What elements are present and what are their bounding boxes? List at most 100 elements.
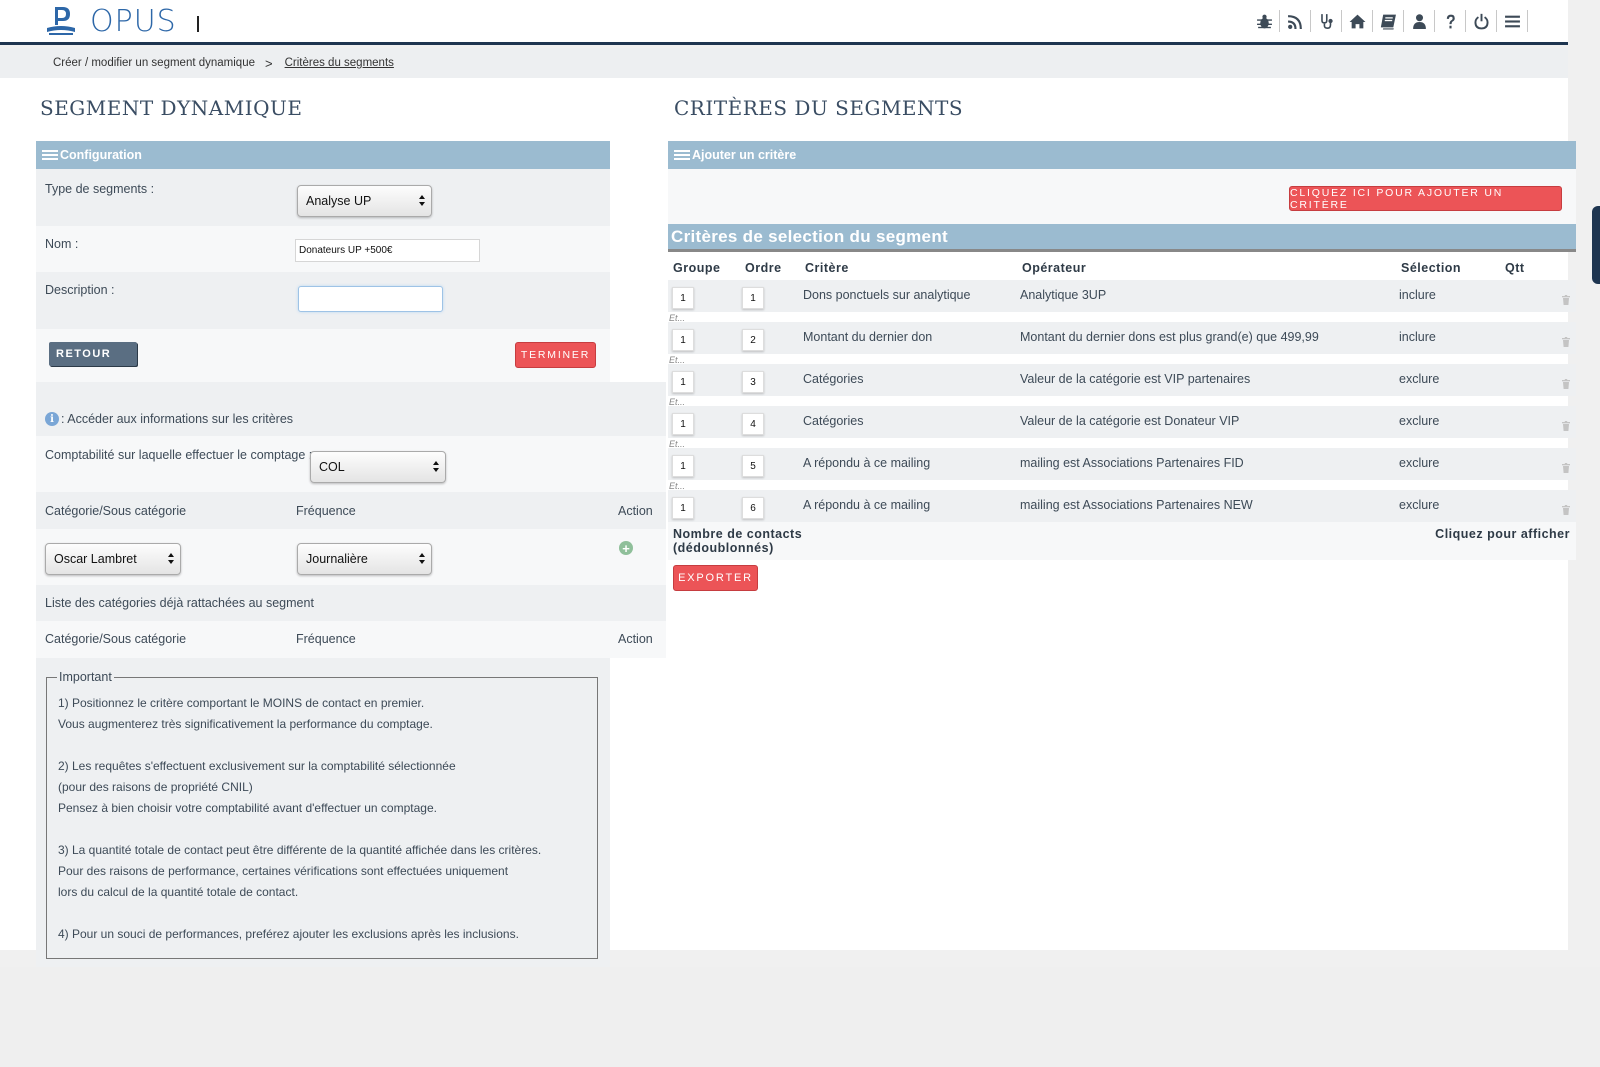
info-text[interactable]: : Accéder aux informations sur les critè… bbox=[61, 412, 293, 426]
breadcrumb: Créer / modifier un segment dynamique > … bbox=[0, 48, 1568, 78]
list-icon bbox=[42, 149, 58, 161]
selection-cell: inclure bbox=[1399, 330, 1436, 344]
power-icon[interactable] bbox=[1466, 10, 1497, 32]
trash-icon[interactable] bbox=[1562, 420, 1570, 431]
info-icon[interactable]: i bbox=[45, 412, 59, 426]
help-icon[interactable] bbox=[1435, 10, 1466, 32]
important-line: Pour des raisons de performance, certain… bbox=[58, 864, 509, 878]
criterion-cell: Dons ponctuels sur analytique bbox=[803, 288, 971, 302]
back-button[interactable]: RETOUR bbox=[49, 342, 137, 366]
accounting-label: Comptabilité sur laquelle effectuer le c… bbox=[45, 448, 313, 462]
accounting-select[interactable]: COL bbox=[310, 451, 446, 483]
attached-frequency-column-label: Fréquence bbox=[296, 632, 356, 646]
selection-cell: exclure bbox=[1399, 498, 1440, 512]
group-input[interactable]: 1 bbox=[672, 455, 694, 477]
column-header-operator: Opérateur bbox=[1022, 261, 1087, 275]
important-line: Pensez à bien choisir votre comptabilité… bbox=[58, 801, 437, 815]
important-line: 4) Pour un souci de performances, prefér… bbox=[58, 927, 519, 941]
criteria-row: 1 2 Montant du dernier don Montant du derni… bbox=[668, 322, 1576, 354]
home-icon[interactable] bbox=[1342, 10, 1373, 32]
page-title-criteria: CRITÈRES DU SEGMENTS bbox=[674, 96, 964, 120]
important-line: 3) La quantité totale de contact peut êt… bbox=[58, 843, 542, 857]
criterion-cell: Montant du dernier don bbox=[803, 330, 933, 344]
operator-cell: mailing est Associations Partenaires FID bbox=[1020, 456, 1244, 470]
group-input[interactable]: 1 bbox=[672, 287, 694, 309]
info-row bbox=[36, 382, 666, 436]
group-input[interactable]: 1 bbox=[672, 413, 694, 435]
frequency-select[interactable]: Journalière bbox=[297, 543, 432, 575]
breadcrumb-separator: > bbox=[265, 55, 273, 71]
user-icon[interactable] bbox=[1404, 10, 1435, 32]
order-input[interactable]: 6 bbox=[742, 497, 764, 519]
trash-icon[interactable] bbox=[1562, 336, 1570, 347]
trash-icon[interactable] bbox=[1562, 504, 1570, 515]
operator-cell: Valeur de la catégorie est Donateur VIP bbox=[1020, 414, 1240, 428]
app-logo[interactable]: OPUS bbox=[44, 4, 199, 39]
description-label: Description : bbox=[45, 283, 115, 297]
add-criterion-header: Ajouter un critère bbox=[668, 141, 1576, 169]
rss-icon[interactable] bbox=[1280, 10, 1311, 32]
trash-icon[interactable] bbox=[1562, 378, 1570, 389]
group-input[interactable]: 1 bbox=[672, 371, 694, 393]
important-line: lors du calcul de la quantité totale de … bbox=[58, 885, 299, 899]
order-input[interactable]: 2 bbox=[742, 329, 764, 351]
column-header-order: Ordre bbox=[745, 261, 782, 275]
configuration-title: Configuration bbox=[60, 148, 142, 162]
important-box: Important 1) Positionnez le critère comp… bbox=[46, 670, 598, 959]
selection-cell: exclure bbox=[1399, 372, 1440, 386]
column-header-qtt: Qtt bbox=[1505, 261, 1525, 275]
accounting-select-value: COL bbox=[319, 460, 345, 474]
frequency-select-value: Journalière bbox=[306, 552, 368, 566]
breadcrumb-item-criteria[interactable]: Critères du segments bbox=[285, 57, 394, 69]
attached-action-column-label: Action bbox=[618, 632, 653, 646]
menu-icon[interactable] bbox=[1497, 10, 1528, 32]
logo-separator bbox=[196, 16, 199, 32]
group-input[interactable]: 1 bbox=[672, 329, 694, 351]
group-input[interactable]: 1 bbox=[672, 497, 694, 519]
order-input[interactable]: 3 bbox=[742, 371, 764, 393]
show-count-link[interactable]: Cliquez pour afficher bbox=[1435, 527, 1570, 541]
page-title-segment: SEGMENT DYNAMIQUE bbox=[40, 96, 303, 120]
criteria-row: 1 1 Dons ponctuels sur analytique Analytiqu… bbox=[668, 280, 1576, 312]
type-label: Type de segments : bbox=[45, 182, 155, 196]
selection-cell: exclure bbox=[1399, 414, 1440, 428]
side-tab-handle[interactable] bbox=[1592, 206, 1600, 284]
description-textarea[interactable] bbox=[298, 286, 443, 312]
add-category-icon[interactable]: + bbox=[619, 541, 633, 555]
stethoscope-icon[interactable] bbox=[1311, 10, 1342, 32]
important-legend: Important bbox=[57, 670, 114, 684]
add-criterion-button[interactable]: CLIQUEZ ICI POUR AJOUTER UN CRITÈRE bbox=[1289, 186, 1562, 211]
export-button[interactable]: EXPORTER bbox=[673, 565, 758, 591]
order-input[interactable]: 5 bbox=[742, 455, 764, 477]
list-icon bbox=[674, 149, 690, 161]
important-line: 1) Positionnez le critère comportant le … bbox=[58, 696, 425, 710]
order-input[interactable]: 1 bbox=[742, 287, 764, 309]
action-column-label: Action bbox=[618, 504, 653, 518]
type-select[interactable]: Analyse UP bbox=[297, 185, 432, 217]
trash-icon[interactable] bbox=[1562, 294, 1570, 305]
select-arrows-icon bbox=[168, 553, 174, 565]
order-input[interactable]: 4 bbox=[742, 413, 764, 435]
trash-icon[interactable] bbox=[1562, 462, 1570, 473]
important-line: 2) Les requêtes s'effectuent exclusiveme… bbox=[58, 759, 456, 773]
criteria-row: 1 6 A répondu à ce mailing mailing est Asso… bbox=[668, 490, 1576, 522]
top-bar: OPUS bbox=[0, 0, 1568, 45]
important-line: Vous augmenterez très significativement … bbox=[58, 717, 433, 731]
operator-cell: mailing est Associations Partenaires NEW bbox=[1020, 498, 1253, 512]
category-select[interactable]: Oscar Lambret bbox=[45, 543, 181, 575]
add-criterion-title: Ajouter un critère bbox=[692, 148, 797, 162]
name-input[interactable]: Donateurs UP +500€ bbox=[295, 239, 480, 262]
configuration-header: Configuration bbox=[36, 141, 610, 169]
frequency-column-label: Fréquence bbox=[296, 504, 356, 518]
criterion-cell: Catégories bbox=[803, 372, 864, 386]
attached-categories-label: Liste des catégories déjà rattachées au … bbox=[45, 596, 314, 610]
book-icon[interactable] bbox=[1373, 10, 1404, 32]
criteria-row: 1 3 Catégories Valeur de la catégorie est V… bbox=[668, 364, 1576, 396]
select-arrows-icon bbox=[419, 195, 425, 207]
breadcrumb-item-create[interactable]: Créer / modifier un segment dynamique bbox=[53, 57, 255, 69]
bug-icon[interactable] bbox=[1249, 10, 1280, 32]
column-header-group: Groupe bbox=[673, 261, 721, 275]
finish-button[interactable]: TERMINER bbox=[515, 342, 596, 368]
selection-criteria-header: Critères de selection du segment bbox=[668, 224, 1576, 252]
category-column-label: Catégorie/Sous catégorie bbox=[45, 504, 187, 518]
